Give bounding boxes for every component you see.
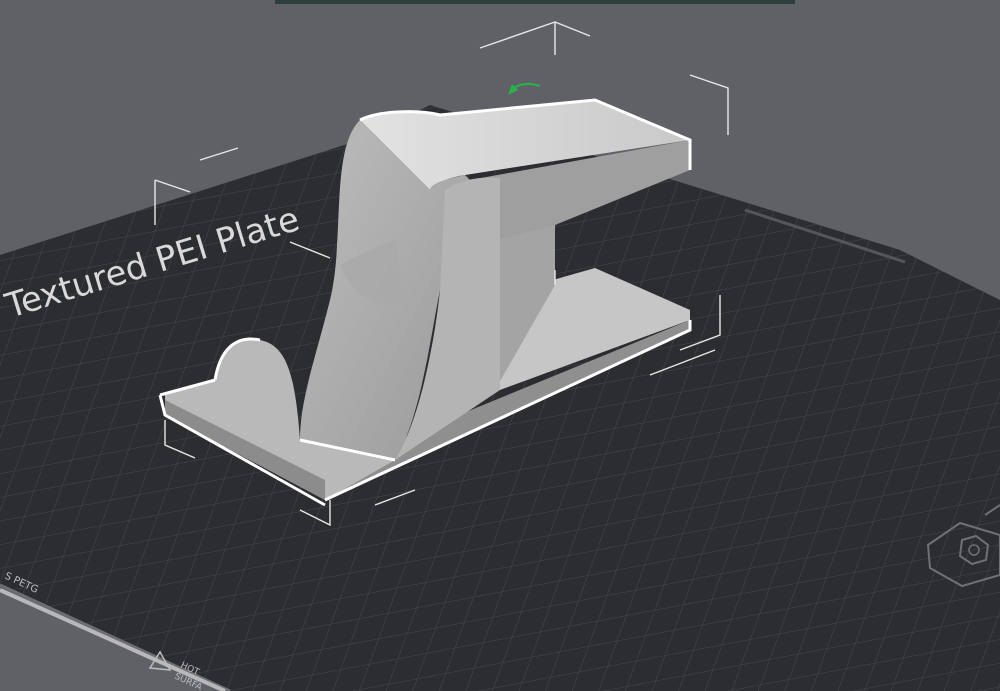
rotate-gizmo-icon[interactable]	[508, 83, 541, 95]
scene-canvas[interactable]: Textured PEI Plate S PETG HOT SURFA	[0, 0, 1000, 691]
3d-viewport[interactable]: Textured PEI Plate S PETG HOT SURFA	[0, 0, 1000, 691]
